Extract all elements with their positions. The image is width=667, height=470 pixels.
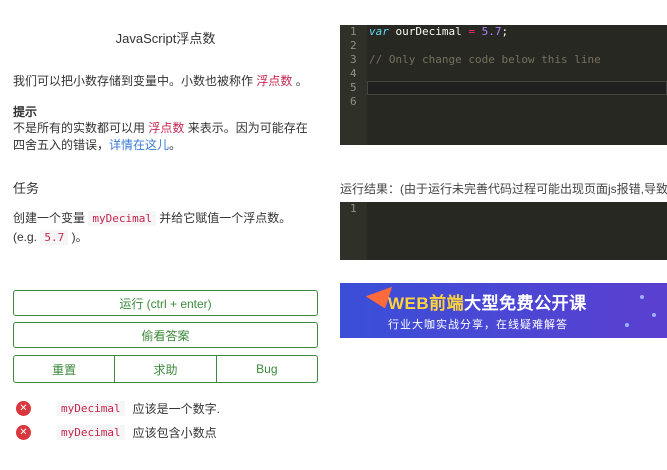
code-comment: // Only change code below this line xyxy=(369,53,601,66)
task-heading: 任务 xyxy=(13,181,40,196)
tip-body: 不是所有的实数都可以用 浮点数 来表示。因为可能存在四舍五入的错误，详情在这儿。 xyxy=(13,120,318,154)
identifier: ourDecimal xyxy=(388,25,469,38)
result-output: 1 xyxy=(340,202,667,260)
task-text: 创建一个变量 xyxy=(13,211,89,225)
action-button-group: 重置 求助 Bug xyxy=(13,355,318,383)
test-text: 应该包含小数点 xyxy=(132,426,217,440)
decor-dot xyxy=(640,295,644,299)
editor-gutter: 1 2 3 4 5 6 xyxy=(340,25,367,145)
tip-term: 浮点数 xyxy=(148,121,185,135)
line-number: 3 xyxy=(350,53,357,66)
intro-paragraph: 我们可以把小数存储到变量中。小数也被称作 浮点数 。 xyxy=(13,72,308,90)
code-line[interactable] xyxy=(367,67,667,81)
run-button[interactable]: 运行 (ctrl + enter) xyxy=(13,290,318,316)
banner-title: WEB前端大型免费公开课 xyxy=(388,289,587,314)
test-result-row: ✕ myDecimal 应该包含小数点 xyxy=(16,424,217,441)
banner-title-highlight: WEB前端 xyxy=(388,294,465,313)
intro-text: 我们可以把小数存储到变量中。小数也被称作 xyxy=(13,74,257,88)
line-number: 1 xyxy=(350,25,357,38)
result-label: 运行结果：(由于运行未完善代码过程可能出现页面js报错,导致 xyxy=(340,182,667,196)
number-literal: 5.7 xyxy=(474,25,502,38)
fail-icon: ✕ xyxy=(16,425,31,440)
semicolon: ; xyxy=(501,25,509,38)
intro-term: 浮点数 xyxy=(256,74,293,88)
intro-end: 。 xyxy=(292,74,308,88)
active-code-line[interactable] xyxy=(367,81,667,95)
test-code: myDecimal xyxy=(57,401,125,416)
test-result-row: ✕ myDecimal 应该是一个数字. xyxy=(16,400,220,417)
tip-end: 。 xyxy=(169,138,182,152)
test-code: myDecimal xyxy=(57,425,125,440)
help-button[interactable]: 求助 xyxy=(114,356,215,382)
line-number: 6 xyxy=(350,95,357,108)
decor-dot xyxy=(652,313,656,317)
task-variable: myDecimal xyxy=(88,211,156,226)
line-number: 1 xyxy=(350,202,357,215)
banner-title-main: 大型免费公开课 xyxy=(464,294,587,313)
decor-dot xyxy=(625,323,629,327)
code-line[interactable] xyxy=(367,39,667,53)
task-example: 5.7 xyxy=(40,230,69,245)
tip-text: 不是所有的实数都可以用 xyxy=(13,121,149,135)
details-link[interactable]: 详情在这儿 xyxy=(109,138,169,152)
bug-button[interactable]: Bug xyxy=(215,356,317,382)
reset-button[interactable]: 重置 xyxy=(14,356,114,382)
code-line[interactable]: var ourDecimal = 5.7; xyxy=(367,25,667,39)
example-prefix: (e.g. xyxy=(13,230,41,244)
result-gutter: 1 xyxy=(340,202,367,260)
promo-banner[interactable]: WEB前端大型免费公开课 行业大咖实战分享，在线疑难解答 xyxy=(340,283,667,338)
keyword: var xyxy=(369,25,389,38)
operator: = xyxy=(468,25,475,38)
line-number: 4 xyxy=(350,67,357,80)
task-line-1: 创建一个变量 myDecimal 并给它赋值一个浮点数。 xyxy=(13,209,291,228)
code-area[interactable]: var ourDecimal = 5.7; // Only change cod… xyxy=(367,25,667,109)
banner-subtitle: 行业大咖实战分享，在线疑难解答 xyxy=(388,319,568,331)
line-number: 5 xyxy=(350,81,357,94)
example-suffix: )。 xyxy=(68,230,88,244)
task-text-end: 并给它赋值一个浮点数。 xyxy=(155,211,292,225)
tip-heading: 提示 xyxy=(13,105,38,119)
line-number: 2 xyxy=(350,39,357,52)
code-line[interactable]: // Only change code below this line xyxy=(367,53,667,67)
code-editor[interactable]: 1 2 3 4 5 6 var ourDecimal = 5.7; // Onl… xyxy=(340,25,667,145)
code-line[interactable] xyxy=(367,95,667,109)
test-text: 应该是一个数字. xyxy=(132,402,220,416)
fail-icon: ✕ xyxy=(16,401,31,416)
peek-answer-button[interactable]: 偷看答案 xyxy=(13,322,318,348)
lesson-title: JavaScript浮点数 xyxy=(115,31,216,46)
task-line-2: (e.g. 5.7 )。 xyxy=(13,228,291,247)
task-body: 创建一个变量 myDecimal 并给它赋值一个浮点数。 (e.g. 5.7 )… xyxy=(13,209,291,247)
